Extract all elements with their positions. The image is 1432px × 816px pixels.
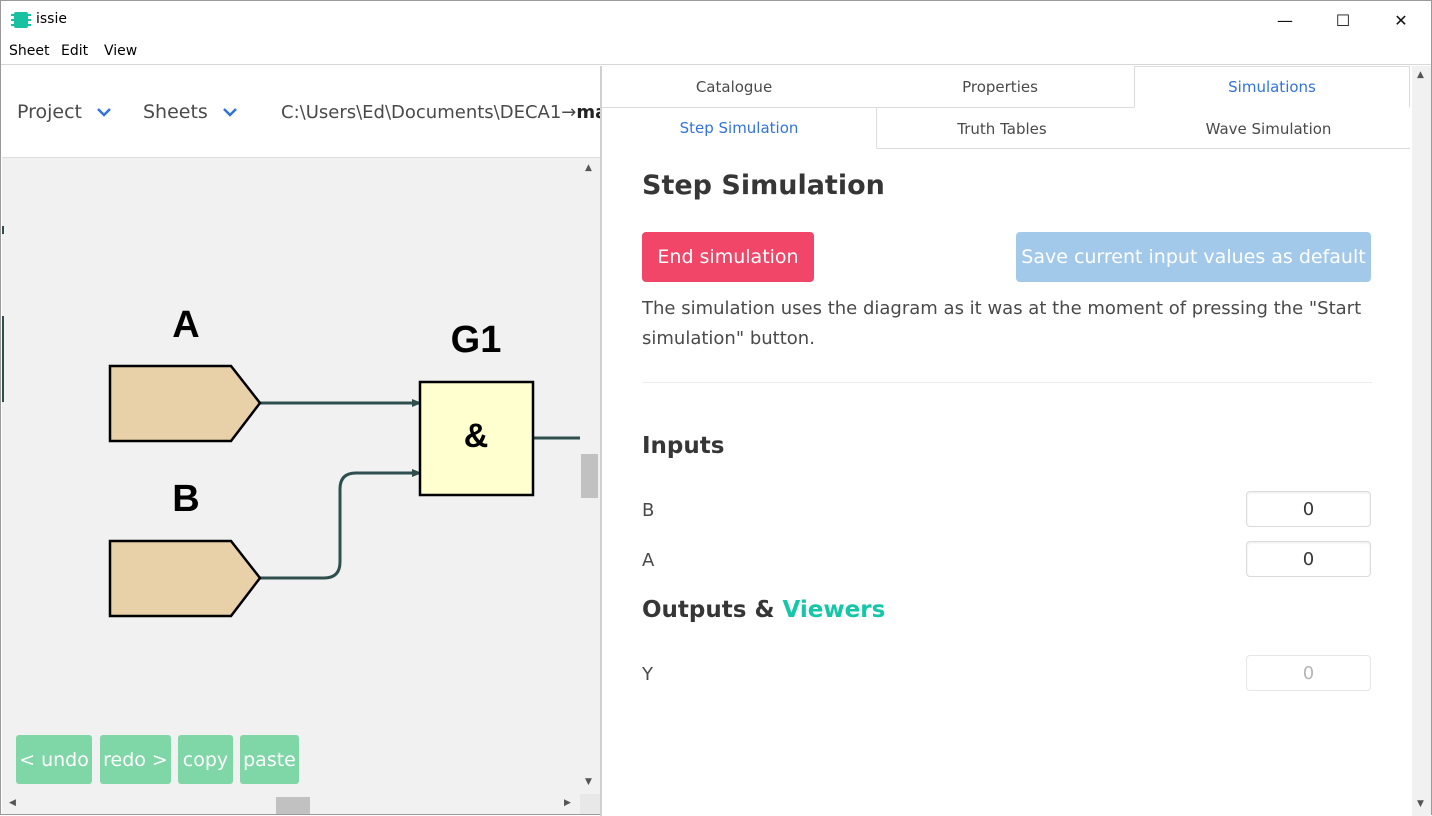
project-path: C:\Users\Ed\Documents\DECA1→ma (281, 102, 600, 123)
schematic-pane: Project Sheets C:\Users\Ed\Documents\DEC… (2, 66, 600, 814)
scroll-down-icon[interactable]: ▼ (1417, 799, 1424, 809)
input-b-block[interactable] (108, 539, 262, 618)
tab-truth-tables[interactable]: Truth Tables (877, 108, 1127, 149)
maximize-button[interactable]: ☐ (1314, 1, 1372, 39)
minimize-button[interactable]: — (1256, 1, 1314, 39)
and-gate-symbol: & (464, 417, 489, 455)
project-toolbar: Project Sheets C:\Users\Ed\Documents\DEC… (2, 66, 600, 158)
sheets-dropdown[interactable]: Sheets (143, 101, 238, 123)
output-value-y: 0 (1246, 655, 1371, 691)
tab-properties[interactable]: Properties (866, 66, 1134, 108)
horizontal-scroll-thumb[interactable] (276, 797, 310, 814)
title-bar: issie — ☐ ✕ (1, 1, 1431, 39)
viewers-link[interactable]: Viewers (783, 597, 886, 623)
main-tabs: Catalogue Properties Simulations (602, 66, 1410, 108)
project-label: Project (17, 101, 83, 123)
end-simulation-button[interactable]: End simulation (642, 232, 814, 282)
page-title: Step Simulation (642, 170, 885, 201)
maximize-icon: ☐ (1335, 10, 1351, 30)
path-sheet-name: ma (576, 102, 600, 123)
input-value-a[interactable]: 0 (1246, 541, 1371, 577)
sheets-label: Sheets (143, 101, 208, 123)
simulation-subtabs: Step Simulation Truth Tables Wave Simula… (602, 108, 1410, 149)
scroll-up-icon[interactable]: ▲ (585, 163, 592, 173)
window-title: issie (36, 11, 67, 27)
menu-sheet[interactable]: Sheet (9, 43, 49, 59)
tab-step-simulation[interactable]: Step Simulation (602, 108, 877, 149)
right-panel-scrollbar[interactable]: ▲ ▼ (1412, 66, 1431, 816)
undo-button[interactable]: < undo (16, 735, 92, 784)
gate-g1-label: G1 (451, 319, 502, 361)
issie-app-icon (11, 12, 31, 28)
project-dropdown[interactable]: Project (17, 101, 112, 123)
app-window: issie — ☐ ✕ Sheet Edit View Project Shee… (0, 0, 1432, 816)
wire-b-to-g1[interactable] (260, 471, 420, 580)
close-button[interactable]: ✕ (1372, 1, 1430, 39)
save-defaults-button[interactable]: Save current input values as default (1016, 232, 1371, 282)
outputs-heading-text: Outputs & (642, 597, 783, 623)
menu-view[interactable]: View (104, 43, 137, 59)
chevron-down-icon (222, 108, 237, 117)
right-panel: Catalogue Properties Simulations Step Si… (602, 66, 1412, 816)
scrollbar-corner (580, 794, 600, 814)
scroll-right-icon[interactable]: ▶ (564, 798, 571, 808)
input-a-label: A (172, 304, 199, 346)
canvas-edge-mark (2, 316, 4, 402)
path-prefix: C:\Users\Ed\Documents\DECA1→ (281, 102, 577, 123)
menu-bar: Sheet Edit View (1, 39, 1431, 65)
close-icon: ✕ (1394, 10, 1408, 30)
input-name-a: A (642, 550, 655, 571)
input-b-label: B (172, 478, 199, 520)
input-name-b: B (642, 500, 655, 521)
outputs-heading: Outputs & Viewers (642, 597, 885, 623)
paste-button[interactable]: paste (240, 735, 299, 784)
input-value-b[interactable]: 0 (1246, 491, 1371, 527)
vertical-scroll-thumb[interactable] (581, 454, 598, 498)
tab-simulations[interactable]: Simulations (1134, 66, 1410, 108)
circuit-diagram: A B G1 & (108, 304, 580, 618)
inputs-heading: Inputs (642, 433, 725, 459)
tab-catalogue[interactable]: Catalogue (602, 66, 866, 108)
scroll-left-icon[interactable]: ◀ (9, 798, 16, 808)
schematic-canvas[interactable]: A B G1 & < undo redo > copy paste (2, 159, 580, 794)
redo-button[interactable]: redo > (100, 735, 171, 784)
input-a-block[interactable] (108, 364, 262, 443)
minimize-icon: — (1277, 10, 1293, 30)
scroll-down-icon[interactable]: ▼ (585, 777, 592, 787)
output-name-y: Y (642, 664, 653, 685)
chevron-down-icon (97, 108, 111, 117)
canvas-edge-mark (2, 226, 4, 234)
simulation-description: The simulation uses the diagram as it wa… (642, 298, 1362, 349)
copy-button[interactable]: copy (178, 735, 233, 784)
menu-edit[interactable]: Edit (61, 43, 88, 59)
section-divider (642, 382, 1372, 383)
scroll-up-icon[interactable]: ▲ (1417, 70, 1424, 80)
tab-wave-simulation[interactable]: Wave Simulation (1127, 108, 1410, 149)
